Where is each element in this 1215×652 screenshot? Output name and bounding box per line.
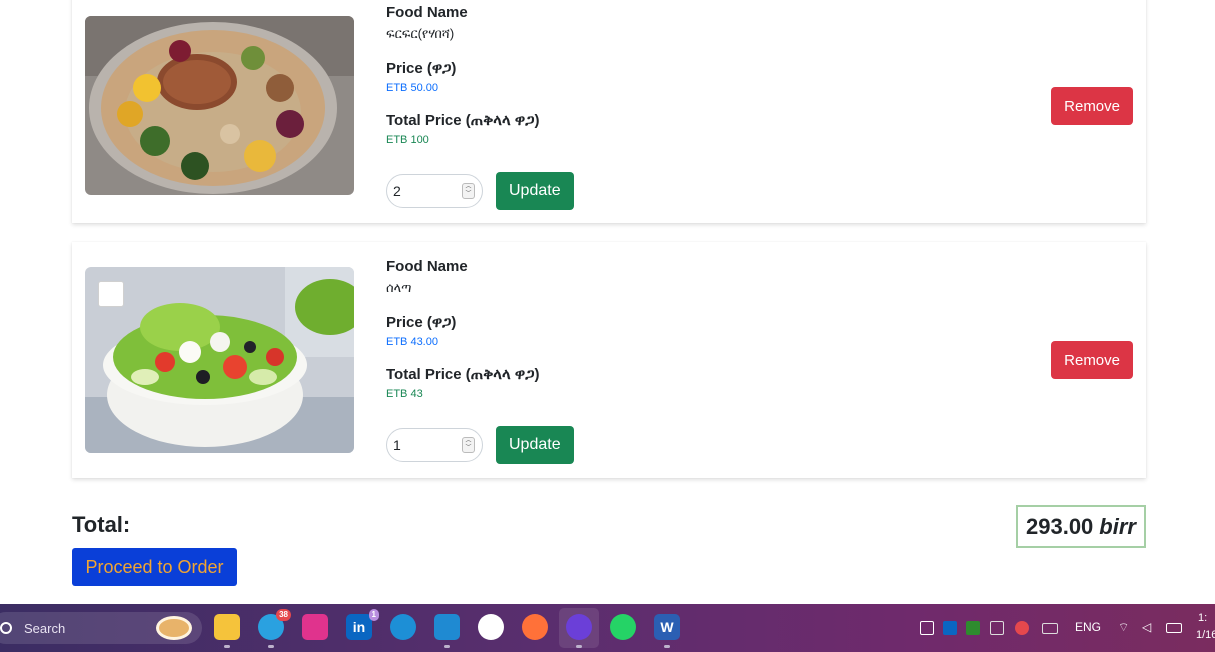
total-price-label: Total Price (ጠቅላላ ዋጋ) bbox=[386, 112, 540, 129]
tray-app-icon[interactable] bbox=[966, 621, 980, 635]
file-explorer-icon[interactable] bbox=[214, 614, 240, 648]
food-image-salad bbox=[85, 267, 354, 453]
food-image-firfir bbox=[85, 16, 354, 195]
total-amount: 293.00 bbox=[1026, 513, 1094, 539]
quantity-value: 1 bbox=[393, 437, 401, 453]
total-price-value: ETB 100 bbox=[386, 134, 429, 146]
whatsapp-icon[interactable] bbox=[610, 614, 636, 640]
taskbar-search-label: Search bbox=[24, 620, 66, 636]
quantity-stepper[interactable]: ︿ ﹀ bbox=[462, 437, 475, 453]
cart-item-card: Food Name ሰላጣ Price (ዋጋ) ETB 43.00 Total… bbox=[72, 242, 1146, 478]
update-button[interactable]: Update bbox=[496, 426, 574, 464]
total-price-label: Total Price (ጠቅላላ ዋጋ) bbox=[386, 366, 540, 383]
item-info: Food Name ሰላጣ Price (ዋጋ) ETB 43.00 Total… bbox=[386, 258, 539, 402]
firefox-icon[interactable] bbox=[522, 614, 548, 640]
select-checkbox[interactable] bbox=[98, 281, 124, 307]
usb-icon[interactable] bbox=[920, 621, 934, 635]
clock-date[interactable]: 1/16 bbox=[1196, 629, 1215, 641]
cart-item-card: Food Name ፍርፍር(የሃበሻ) Price (ዋጋ) ETB 50.0… bbox=[72, 0, 1146, 223]
quantity-input[interactable]: 1 ︿ ﹀ bbox=[386, 428, 483, 462]
windows-taskbar: Search 38 in 1 W ENG ⌔ ◁ 1: 1/16 bbox=[0, 604, 1215, 652]
proceed-to-order-button[interactable]: Proceed to Order bbox=[72, 548, 237, 586]
app-icon[interactable] bbox=[302, 614, 328, 640]
total-price-value: ETB 43 bbox=[386, 388, 423, 400]
price-value: ETB 43.00 bbox=[386, 336, 438, 348]
food-name: ሰላጣ bbox=[386, 280, 412, 295]
taskbar-search[interactable]: Search bbox=[0, 612, 202, 644]
total-label: Total: bbox=[72, 512, 131, 537]
search-icon bbox=[0, 622, 12, 634]
quantity-stepper[interactable]: ︿ ﹀ bbox=[462, 183, 475, 199]
food-name: ፍርፍር(የሃበሻ) bbox=[386, 26, 455, 41]
quantity-controls: 2 ︿ ﹀ Update bbox=[386, 172, 574, 210]
price-label: Price (ዋጋ) bbox=[386, 60, 457, 77]
tray-badge-icon[interactable] bbox=[1015, 621, 1029, 635]
price-label: Price (ዋጋ) bbox=[386, 314, 457, 331]
quantity-input[interactable]: 2 ︿ ﹀ bbox=[386, 174, 483, 208]
food-name-label: Food Name bbox=[386, 258, 468, 275]
wifi-icon[interactable]: ⌔ bbox=[1118, 620, 1129, 635]
linkedin-tray-icon[interactable] bbox=[943, 621, 957, 635]
update-button[interactable]: Update bbox=[496, 172, 574, 210]
price-value: ETB 50.00 bbox=[386, 82, 438, 94]
telegram-icon[interactable]: 38 bbox=[258, 609, 291, 648]
language-indicator[interactable]: ENG bbox=[1075, 620, 1101, 634]
vscode-icon[interactable] bbox=[434, 614, 460, 648]
quantity-value: 2 bbox=[393, 183, 401, 199]
display-icon[interactable] bbox=[990, 621, 1004, 635]
food-name-label: Food Name bbox=[386, 4, 468, 21]
item-info: Food Name ፍርፍር(የሃበሻ) Price (ዋጋ) ETB 50.0… bbox=[386, 4, 539, 148]
mongodb-icon[interactable] bbox=[478, 614, 504, 640]
battery-icon[interactable] bbox=[1166, 623, 1182, 633]
telegram-badge: 38 bbox=[276, 609, 291, 621]
total-unit: birr bbox=[1099, 513, 1136, 539]
remove-button[interactable]: Remove bbox=[1051, 341, 1133, 379]
linkedin-badge: 1 bbox=[368, 609, 379, 621]
cart-page: Food Name ፍርፍር(የሃበሻ) Price (ዋጋ) ETB 50.0… bbox=[0, 0, 1215, 652]
search-highlight-icon bbox=[156, 616, 192, 640]
linkedin-icon[interactable]: in 1 bbox=[346, 609, 379, 640]
remove-button[interactable]: Remove bbox=[1051, 87, 1133, 125]
keyboard-icon[interactable] bbox=[1042, 623, 1058, 634]
quantity-controls: 1 ︿ ﹀ Update bbox=[386, 426, 574, 464]
clock-time[interactable]: 1: bbox=[1198, 612, 1207, 624]
word-icon[interactable]: W bbox=[654, 614, 680, 648]
volume-icon[interactable]: ◁ bbox=[1142, 620, 1151, 634]
total-amount-box: 293.00 birr bbox=[1016, 505, 1146, 548]
copilot-icon[interactable] bbox=[566, 614, 592, 648]
edge-icon[interactable] bbox=[390, 614, 416, 640]
